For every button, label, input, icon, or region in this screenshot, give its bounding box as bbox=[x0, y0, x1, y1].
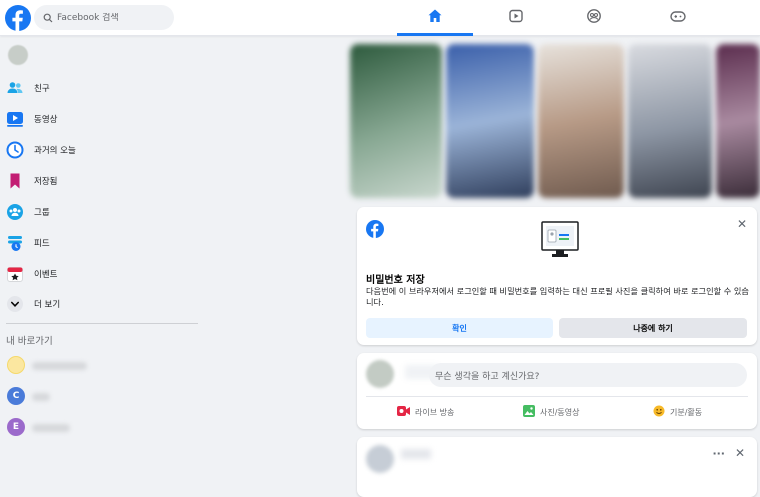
action-label: 사진/동영상 bbox=[540, 407, 580, 417]
groups-icon bbox=[586, 8, 602, 28]
sidebar-item-see-more[interactable]: 더 보기 bbox=[6, 291, 60, 317]
story-card[interactable] bbox=[716, 44, 760, 198]
shortcut-name bbox=[32, 362, 87, 370]
story-card[interactable] bbox=[538, 44, 624, 198]
shortcut-avatar[interactable] bbox=[7, 356, 25, 374]
sidebar-item-label: 이벤트 bbox=[34, 270, 58, 280]
tab-gaming[interactable] bbox=[640, 0, 716, 36]
confirm-button[interactable]: 확인 bbox=[366, 318, 553, 338]
calendar-icon bbox=[6, 265, 24, 283]
home-icon bbox=[427, 8, 443, 28]
left-sidebar: 친구 동영상 과거의 오늘 저장됨 그룹 피드 이벤트 더 보기 내 바로가기 … bbox=[0, 37, 205, 490]
later-button[interactable]: 나중에 하기 bbox=[559, 318, 747, 338]
feeling-activity-button[interactable]: 기분/활동 bbox=[653, 403, 702, 421]
shortcuts-heading: 내 바로가기 bbox=[6, 336, 53, 347]
avatar[interactable] bbox=[366, 360, 394, 388]
save-password-card: ✕ 비밀번호 저장 다음번에 이 브라우저에서 로그인할 때 비밀번호를 입력하… bbox=[357, 207, 757, 345]
video-icon bbox=[6, 110, 24, 128]
shortcut-name bbox=[32, 424, 70, 432]
sidebar-item-label: 저장됨 bbox=[34, 177, 58, 187]
sidebar-item-label: 더 보기 bbox=[34, 300, 61, 310]
action-label: 라이브 방송 bbox=[415, 407, 455, 417]
blurred-name bbox=[401, 449, 431, 459]
feed-post: ··· ✕ bbox=[357, 437, 757, 497]
close-icon[interactable]: ✕ bbox=[737, 217, 747, 231]
facebook-logo-icon[interactable] bbox=[5, 5, 31, 31]
chevron-down-icon bbox=[6, 295, 24, 313]
story-card[interactable] bbox=[446, 44, 534, 198]
shortcut-avatar[interactable]: C bbox=[7, 387, 25, 405]
sidebar-item-groups[interactable]: 그룹 bbox=[6, 199, 50, 225]
tab-watch[interactable] bbox=[478, 0, 554, 36]
close-icon[interactable]: ✕ bbox=[735, 446, 745, 460]
shortcut-avatar[interactable]: E bbox=[7, 418, 25, 436]
gamepad-icon bbox=[669, 8, 687, 28]
post-composer: 무슨 생각을 하고 계신가요? 라이브 방송 사진/동영상 기분/활동 bbox=[357, 353, 757, 429]
sidebar-divider bbox=[6, 323, 198, 324]
sidebar-item-label: 동영상 bbox=[34, 115, 58, 125]
avatar[interactable] bbox=[366, 445, 394, 473]
story-card[interactable] bbox=[628, 44, 712, 198]
card-title: 비밀번호 저장 bbox=[366, 275, 425, 286]
bookmark-icon bbox=[6, 172, 24, 190]
sidebar-item-memories[interactable]: 과거의 오늘 bbox=[6, 137, 76, 163]
sidebar-item-label: 친구 bbox=[34, 84, 50, 94]
search-box[interactable] bbox=[34, 5, 174, 30]
monitor-illustration-icon bbox=[541, 221, 579, 263]
facebook-logo-icon bbox=[366, 220, 384, 242]
sidebar-item-label: 피드 bbox=[34, 239, 50, 249]
search-input[interactable] bbox=[57, 12, 167, 23]
live-video-icon bbox=[397, 406, 410, 418]
sidebar-item-friends[interactable]: 친구 bbox=[6, 75, 50, 101]
tab-groups[interactable] bbox=[556, 0, 632, 36]
sidebar-item-feed[interactable]: 피드 bbox=[6, 230, 50, 256]
photo-video-button[interactable]: 사진/동영상 bbox=[523, 403, 580, 421]
shortcut-name bbox=[32, 393, 50, 401]
photo-icon bbox=[523, 405, 535, 419]
composer-divider bbox=[366, 396, 748, 397]
card-description: 다음번에 이 브라우저에서 로그인할 때 비밀번호를 입력하는 대신 프로필 사… bbox=[366, 286, 749, 307]
more-options-icon[interactable]: ··· bbox=[712, 447, 725, 460]
whats-on-your-mind-input[interactable]: 무슨 생각을 하고 계신가요? bbox=[429, 363, 747, 387]
sidebar-item-label: 과거의 오늘 bbox=[34, 146, 76, 156]
stories-tray[interactable] bbox=[350, 44, 760, 198]
friends-icon bbox=[6, 79, 24, 97]
sidebar-item-saved[interactable]: 저장됨 bbox=[6, 168, 57, 194]
clock-icon bbox=[6, 141, 24, 159]
smiley-icon bbox=[653, 405, 665, 419]
live-video-button[interactable]: 라이브 방송 bbox=[397, 403, 454, 421]
top-navigation-bar bbox=[0, 0, 760, 36]
composer-placeholder: 무슨 생각을 하고 계신가요? bbox=[435, 371, 540, 382]
sidebar-item-label: 그룹 bbox=[34, 208, 50, 218]
sidebar-item-events[interactable]: 이벤트 bbox=[6, 261, 57, 287]
video-icon bbox=[508, 8, 524, 28]
sidebar-item-video[interactable]: 동영상 bbox=[6, 106, 57, 132]
story-card[interactable] bbox=[350, 44, 442, 198]
action-label: 기분/활동 bbox=[670, 407, 703, 417]
profile-avatar[interactable] bbox=[8, 45, 28, 65]
groups-icon bbox=[6, 203, 24, 221]
search-icon bbox=[43, 8, 53, 27]
tab-home[interactable] bbox=[397, 0, 473, 36]
feed-icon bbox=[6, 234, 24, 252]
